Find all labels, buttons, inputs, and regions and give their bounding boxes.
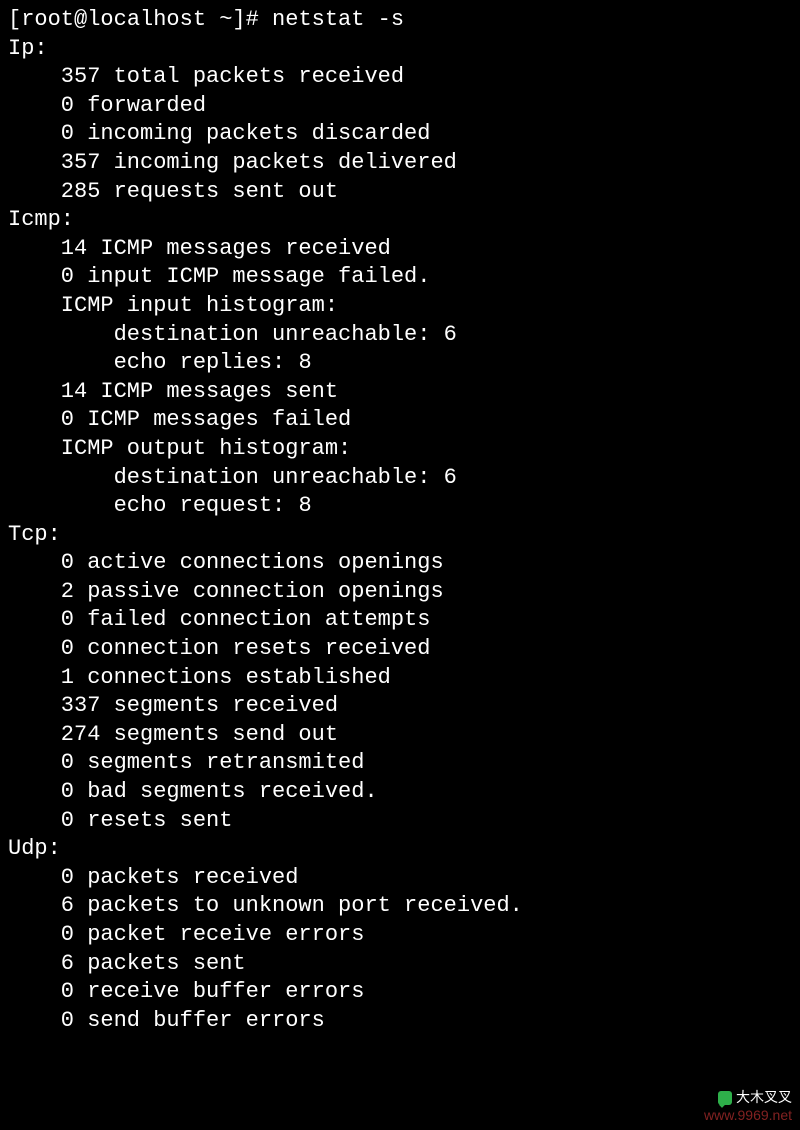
udp-errors: 0 packet receive errors (8, 921, 792, 950)
icmp-hist-in-title: ICMP input histogram: (8, 292, 792, 321)
tcp-resets-recv: 0 connection resets received (8, 635, 792, 664)
tcp-established: 1 connections established (8, 664, 792, 693)
wechat-icon (718, 1091, 732, 1105)
watermark-text: 大木叉叉 (736, 1089, 792, 1105)
udp-buf-recv: 0 receive buffer errors (8, 978, 792, 1007)
icmp-hist-in-echo: echo replies: 8 (8, 349, 792, 378)
ip-header: Ip: (8, 35, 792, 64)
ip-requests: 285 requests sent out (8, 178, 792, 207)
watermark: 大木叉叉 (718, 1088, 792, 1106)
udp-buf-send: 0 send buffer errors (8, 1007, 792, 1036)
ip-forwarded: 0 forwarded (8, 92, 792, 121)
icmp-hist-out-title: ICMP output histogram: (8, 435, 792, 464)
prompt-line[interactable]: [root@localhost ~]# netstat -s (8, 6, 792, 35)
icmp-sent: 14 ICMP messages sent (8, 378, 792, 407)
tcp-seg-sent: 274 segments send out (8, 721, 792, 750)
udp-recv: 0 packets received (8, 864, 792, 893)
icmp-failed-out: 0 ICMP messages failed (8, 406, 792, 435)
udp-unknown: 6 packets to unknown port received. (8, 892, 792, 921)
icmp-hist-out-echo: echo request: 8 (8, 492, 792, 521)
tcp-seg-recv: 337 segments received (8, 692, 792, 721)
udp-header: Udp: (8, 835, 792, 864)
watermark-url: www.9969.net (704, 1106, 792, 1124)
ip-delivered: 357 incoming packets delivered (8, 149, 792, 178)
tcp-header: Tcp: (8, 521, 792, 550)
tcp-bad: 0 bad segments received. (8, 778, 792, 807)
icmp-header: Icmp: (8, 206, 792, 235)
udp-sent: 6 packets sent (8, 950, 792, 979)
tcp-active: 0 active connections openings (8, 549, 792, 578)
ip-discarded: 0 incoming packets discarded (8, 120, 792, 149)
ip-total: 357 total packets received (8, 63, 792, 92)
icmp-hist-out-dest: destination unreachable: 6 (8, 464, 792, 493)
tcp-retrans: 0 segments retransmited (8, 749, 792, 778)
tcp-failed: 0 failed connection attempts (8, 606, 792, 635)
icmp-failed-in: 0 input ICMP message failed. (8, 263, 792, 292)
tcp-passive: 2 passive connection openings (8, 578, 792, 607)
tcp-resets-sent: 0 resets sent (8, 807, 792, 836)
icmp-received: 14 ICMP messages received (8, 235, 792, 264)
icmp-hist-in-dest: destination unreachable: 6 (8, 321, 792, 350)
